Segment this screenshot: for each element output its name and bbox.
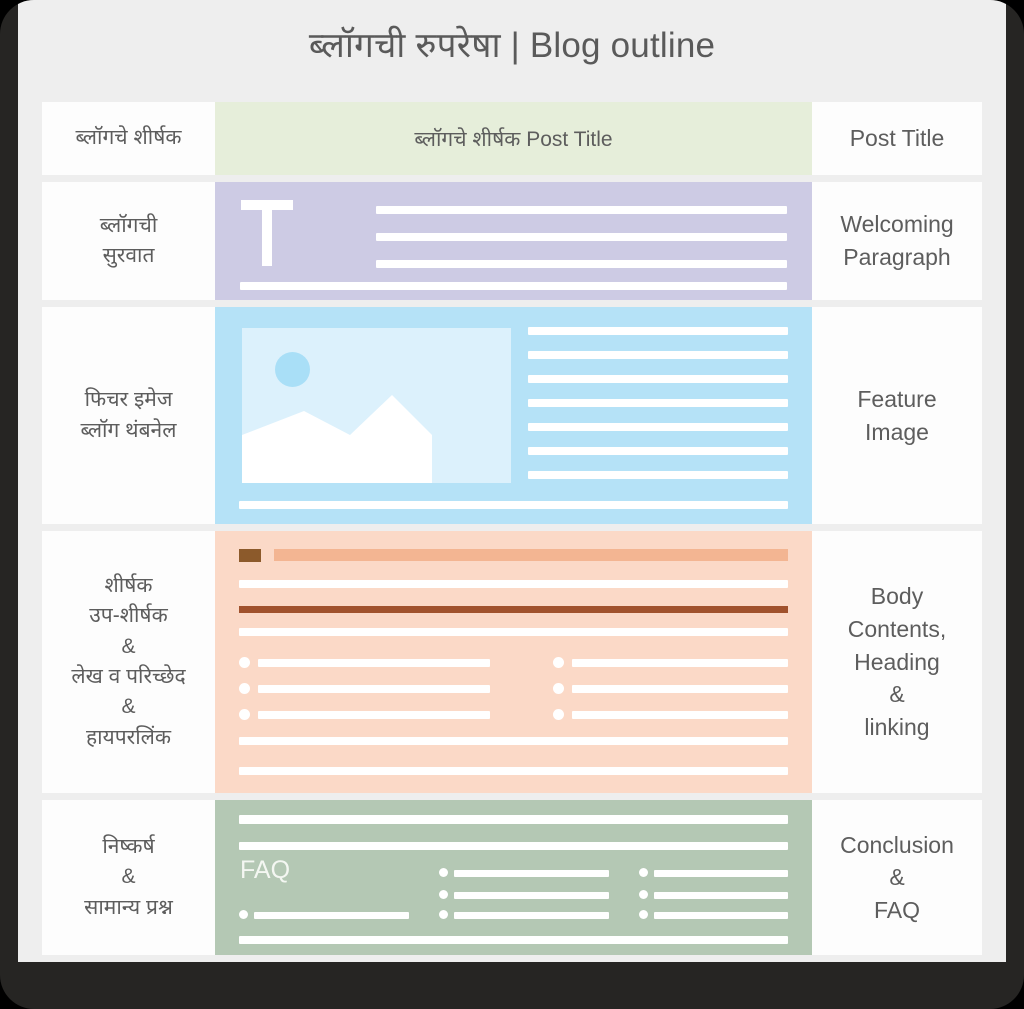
bullet-dot — [439, 868, 448, 877]
row-label-marathi-feature-image: फिचर इमेज ब्लॉग थंबनेल — [42, 307, 215, 524]
bullet-dot — [239, 683, 250, 694]
text-line — [376, 206, 787, 214]
bullet-line — [572, 711, 788, 719]
bullet-line — [254, 912, 409, 919]
bullet-line — [654, 870, 788, 877]
bullet-dot — [553, 709, 564, 720]
text-line — [528, 471, 788, 479]
bullet-line — [454, 870, 609, 877]
row-label-marathi-body-contents: शीर्षक उप-शीर्षक & लेख व परिच्छेद & हायपरलिंक — [42, 531, 215, 793]
text-line — [528, 447, 788, 455]
bullet-dot — [239, 709, 250, 720]
row-label-marathi-conclusion-text: निष्कर्ष & सामान्य प्रश्न — [84, 834, 173, 919]
text-line — [528, 327, 788, 335]
faq-label: FAQ — [240, 856, 291, 884]
post-title-preview-text: ब्लॉगचे शीर्षक Post Title — [414, 127, 613, 151]
text-line — [239, 501, 788, 509]
bullet-line — [654, 892, 788, 899]
text-line — [528, 399, 788, 407]
row-label-english-feature-image: Feature Image — [812, 307, 982, 524]
bullet-line — [454, 912, 609, 919]
bullet-dot — [439, 910, 448, 919]
row-label-english-welcoming-text: Welcoming Paragraph — [840, 211, 954, 270]
bullet-dot — [553, 657, 564, 668]
blog-outline-table: ब्लॉगचे शीर्षक ब्लॉगचे शीर्षक Post Title… — [42, 102, 982, 962]
table-row: ब्लॉगची सुरवात Welcoming Paragraph — [42, 182, 982, 300]
heading-marker-icon — [239, 549, 261, 562]
row-preview-feature-image — [215, 307, 812, 524]
page-title: ब्लॉगची रुपरेषा | Blog outline — [308, 26, 716, 65]
row-label-marathi-welcoming: ब्लॉगची सुरवात — [42, 182, 215, 300]
text-line — [528, 375, 788, 383]
text-line — [239, 842, 788, 850]
bullet-dot — [553, 683, 564, 694]
text-line — [239, 737, 788, 745]
bullet-line — [258, 659, 490, 667]
bullet-line — [572, 659, 788, 667]
text-line — [239, 936, 788, 944]
bullet-dot — [639, 868, 648, 877]
row-preview-body-contents — [215, 531, 812, 793]
bullet-dot — [639, 890, 648, 899]
row-label-english-post-title: Post Title — [812, 102, 982, 175]
heading-bar — [274, 549, 788, 561]
text-line — [376, 233, 787, 241]
bullet-line — [454, 892, 609, 899]
bullet-dot — [239, 910, 248, 919]
row-preview-welcoming — [215, 182, 812, 300]
table-row: फिचर इमेज ब्लॉग थंबनेल Feature Image — [42, 307, 982, 524]
bullet-dot — [239, 657, 250, 668]
hyperlink-bar[interactable] — [239, 606, 788, 613]
image-placeholder-icon — [242, 328, 511, 483]
row-label-marathi-conclusion: निष्कर्ष & सामान्य प्रश्न — [42, 800, 215, 955]
row-preview-conclusion-faq: FAQ — [215, 800, 812, 955]
bullet-line — [258, 685, 490, 693]
table-row: शीर्षक उप-शीर्षक & लेख व परिच्छेद & हायपरलिंक — [42, 531, 982, 793]
screen: ब्लॉगची रुपरेषा | Blog outline ब्लॉगचे श… — [18, 0, 1006, 962]
drop-cap-t-icon — [241, 200, 293, 266]
text-line — [239, 628, 788, 636]
bullet-line — [572, 685, 788, 693]
row-label-marathi-welcoming-text: ब्लॉगची सुरवात — [99, 213, 158, 267]
text-line — [239, 580, 788, 588]
row-label-english-feature-image-text: Feature Image — [857, 385, 937, 445]
text-line — [240, 282, 787, 290]
bullet-line — [654, 912, 788, 919]
row-label-english-conclusion: Conclusion & FAQ — [812, 800, 982, 955]
table-row: निष्कर्ष & सामान्य प्रश्न FAQ Conclusion… — [42, 800, 982, 955]
text-line — [528, 423, 788, 431]
text-line — [376, 260, 787, 268]
row-label-marathi-body-contents-text: शीर्षक उप-शीर्षक & लेख व परिच्छेद & हायपरलिंक — [71, 573, 186, 749]
device-frame: ब्लॉगची रुपरेषा | Blog outline ब्लॉगचे श… — [0, 0, 1024, 1009]
bullet-dot — [439, 890, 448, 899]
text-line — [239, 767, 788, 775]
row-label-marathi-feature-image-text: फिचर इमेज ब्लॉग थंबनेल — [80, 388, 177, 442]
text-line — [239, 815, 788, 824]
table-row: ब्लॉगचे शीर्षक ब्लॉगचे शीर्षक Post Title… — [42, 102, 982, 175]
row-label-english-body-contents-text: Body Contents, Heading & linking — [847, 583, 947, 740]
bullet-dot — [639, 910, 648, 919]
text-line — [528, 351, 788, 359]
row-label-english-conclusion-text: Conclusion & FAQ — [840, 831, 954, 923]
mountain-icon — [242, 395, 432, 483]
row-label-english-body-contents: Body Contents, Heading & linking — [812, 531, 982, 793]
row-label-marathi-post-title: ब्लॉगचे शीर्षक — [42, 102, 215, 175]
row-preview-post-title: ब्लॉगचे शीर्षक Post Title — [215, 102, 812, 175]
row-label-english-welcoming: Welcoming Paragraph — [812, 182, 982, 300]
bullet-line — [258, 711, 490, 719]
